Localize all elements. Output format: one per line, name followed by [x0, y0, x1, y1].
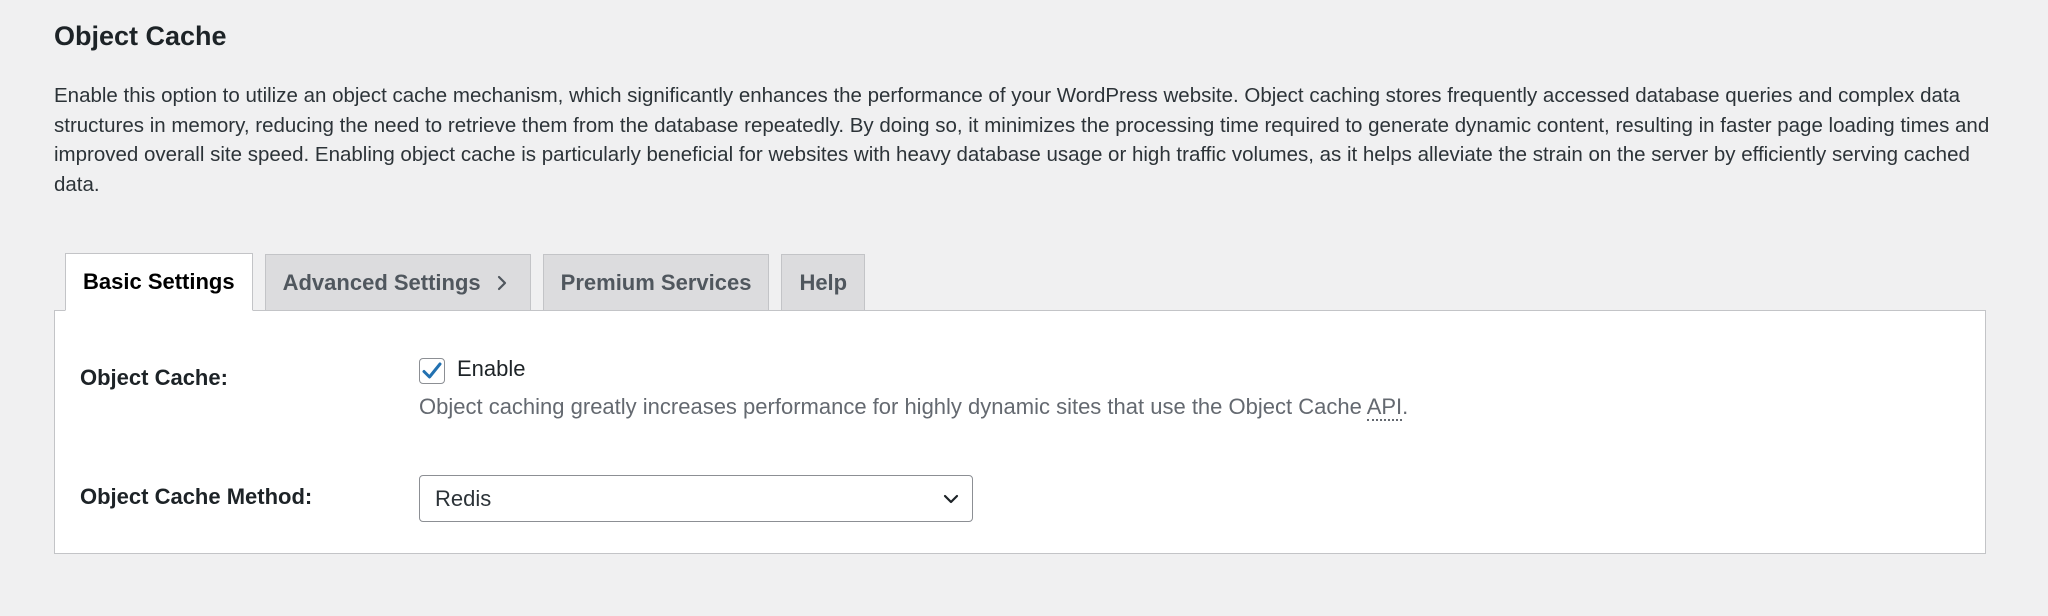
- api-abbreviation: API: [1366, 394, 1403, 421]
- tab-help[interactable]: Help: [781, 254, 866, 311]
- checkmark-icon: [422, 362, 442, 379]
- tab-advanced-settings[interactable]: Advanced Settings: [264, 254, 531, 311]
- tab-label: Help: [799, 269, 848, 295]
- chevron-right-icon: [497, 275, 506, 290]
- section-description: Enable this option to utilize an object …: [54, 84, 1990, 196]
- object-cache-description: Object caching greatly increases perform…: [419, 394, 1409, 421]
- page-title: Object Cache: [54, 21, 227, 51]
- object-cache-method-label: Object Cache Method:: [80, 484, 313, 509]
- chevron-down-icon: [943, 494, 959, 504]
- object-cache-enable-label[interactable]: Enable: [457, 356, 526, 382]
- settings-tabs: Basic Settings Advanced Settings Premium…: [65, 253, 877, 311]
- tab-label: Basic Settings: [83, 269, 235, 294]
- description-text: Object caching greatly increases perform…: [419, 394, 1367, 419]
- object-cache-checkbox[interactable]: [419, 358, 445, 384]
- object-cache-label: Object Cache:: [80, 365, 228, 390]
- select-value: Redis: [435, 486, 492, 511]
- object-cache-method-select[interactable]: Redis: [419, 475, 973, 522]
- tab-label: Premium Services: [560, 269, 752, 295]
- description-end: .: [1402, 394, 1409, 419]
- settings-panel: Object Cache: Enable Object caching grea…: [54, 310, 1986, 554]
- tab-basic-settings[interactable]: Basic Settings: [65, 253, 253, 311]
- tab-label: Advanced Settings: [282, 269, 481, 295]
- tab-premium-services[interactable]: Premium Services: [542, 254, 770, 311]
